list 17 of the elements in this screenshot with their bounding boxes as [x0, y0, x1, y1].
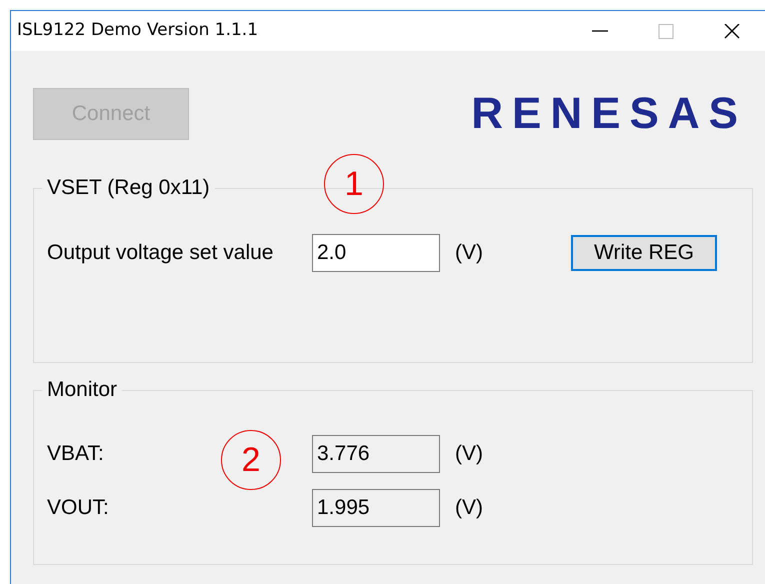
field-label: Output voltage set value [47, 241, 274, 264]
unit-label: (V) [455, 495, 483, 522]
annotation-circle: 1 [324, 154, 384, 214]
unit-label: (V) [455, 441, 483, 468]
readout-field[interactable]: 1.995 [312, 489, 440, 527]
logo: RENESAS [471, 92, 747, 136]
close-icon [724, 24, 740, 38]
voltage-input[interactable]: 2.0 [312, 234, 440, 272]
annotation-circle: 2 [221, 430, 281, 490]
window-title: ISL9122 Demo Version 1.1.1 [17, 19, 260, 42]
minimize-icon [592, 30, 608, 32]
field-label: VBAT: [47, 442, 104, 466]
unit-label: (V) [455, 240, 483, 266]
write-reg-button[interactable]: Write REG [571, 235, 717, 271]
readout-field[interactable]: 3.776 [312, 435, 440, 473]
maximize-icon [658, 24, 674, 38]
field-label: VOUT: [47, 496, 109, 520]
